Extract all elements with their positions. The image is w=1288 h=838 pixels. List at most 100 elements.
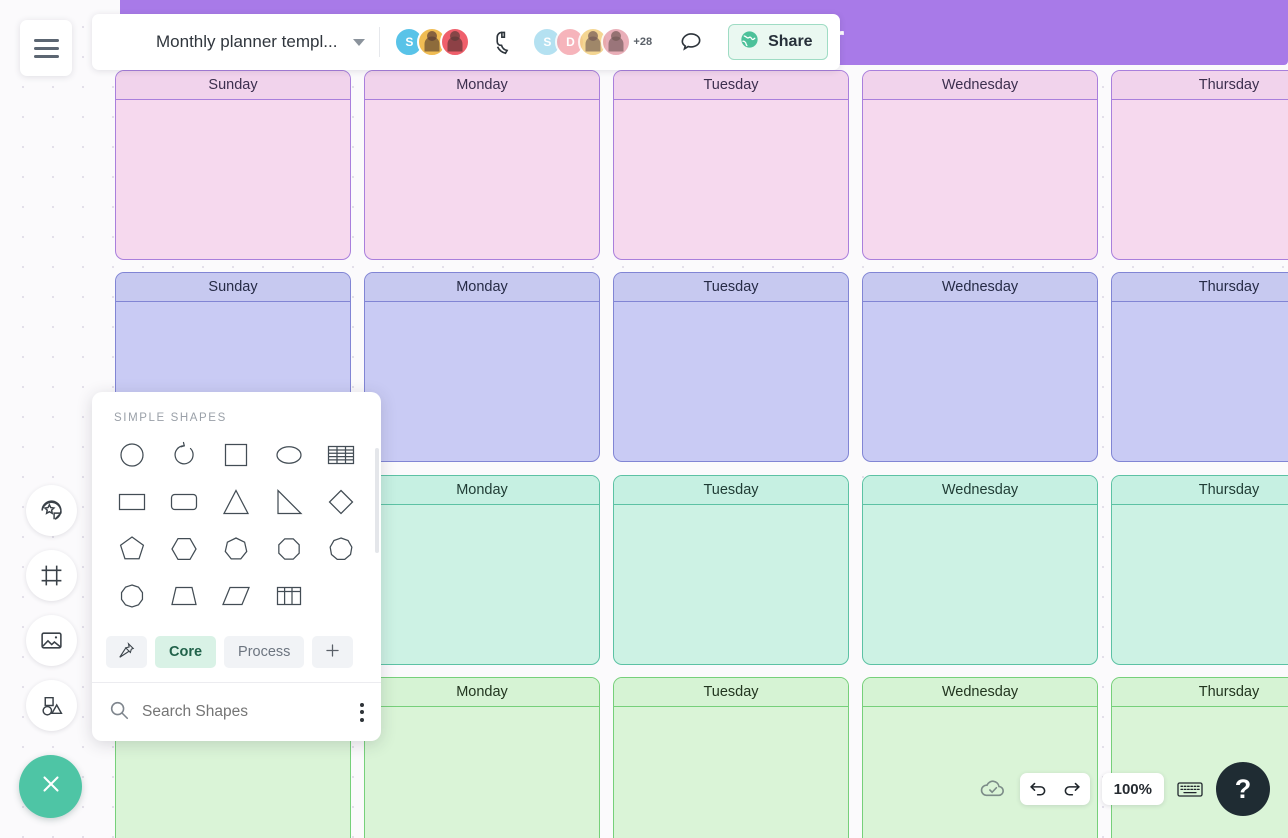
category-label: Process (238, 644, 291, 660)
day-cell-label: Wednesday (863, 678, 1097, 707)
day-cell-body[interactable] (116, 100, 350, 259)
octagon-shape[interactable] (263, 528, 315, 575)
table-icon (325, 439, 357, 476)
toolbar-divider (379, 27, 381, 57)
zoom-level-button[interactable]: 100% (1101, 773, 1164, 805)
rounded-rectangle-shape[interactable] (158, 481, 210, 528)
day-cell[interactable]: Sunday (115, 70, 351, 260)
zoom-level-label: 100% (1113, 780, 1152, 798)
help-label: ? (1234, 773, 1252, 804)
day-cell[interactable]: Monday (364, 272, 600, 462)
parallelogram-icon (220, 580, 252, 617)
hamburger-icon (33, 38, 59, 58)
day-cell[interactable]: Tuesday (613, 70, 849, 260)
rectangle-shape[interactable] (106, 481, 158, 528)
day-cell-body[interactable] (1112, 100, 1288, 259)
triangle-shape[interactable] (210, 481, 262, 528)
shapes-tool-button[interactable] (26, 680, 77, 731)
heptagon-shape[interactable] (210, 528, 262, 575)
undo-icon[interactable] (1028, 779, 1049, 800)
category-label: Core (169, 644, 203, 660)
shapes-search-row (92, 683, 381, 741)
image-tool-button[interactable] (26, 615, 77, 666)
frame-icon (39, 563, 64, 588)
day-cell-label: Thursday (1112, 71, 1288, 100)
day-cell-body[interactable] (365, 505, 599, 664)
avatar[interactable] (601, 27, 632, 57)
frame-tool-button[interactable] (26, 550, 77, 601)
category-process-button[interactable]: Process (224, 636, 305, 668)
day-cell[interactable]: Monday (364, 677, 600, 838)
day-cell[interactable]: Wednesday (862, 70, 1098, 260)
share-button[interactable]: Share (728, 24, 828, 60)
day-cell[interactable]: Monday (364, 475, 600, 665)
close-icon (38, 771, 64, 802)
ellipse-shape[interactable] (263, 434, 315, 481)
nonagon-shape[interactable] (315, 528, 367, 575)
search-shapes-input[interactable] (142, 703, 342, 721)
diamond-shape[interactable] (315, 481, 367, 528)
pin-category-button[interactable] (106, 636, 147, 668)
day-cell-body[interactable] (863, 302, 1097, 461)
collaborator-avatars: S (394, 27, 471, 57)
day-cell[interactable]: Wednesday (862, 272, 1098, 462)
day-cell[interactable]: Wednesday (862, 475, 1098, 665)
arc-shape[interactable] (158, 434, 210, 481)
square-shape[interactable] (210, 434, 262, 481)
day-cell-body[interactable] (614, 505, 848, 664)
day-cell-body[interactable] (863, 100, 1097, 259)
shapes-icon (39, 693, 64, 718)
day-cell[interactable]: Thursday (1111, 475, 1288, 665)
shapes-scrollbar[interactable] (375, 448, 379, 553)
avatar[interactable] (440, 27, 471, 57)
day-cell-body[interactable] (1112, 302, 1288, 461)
day-cell-body[interactable] (1112, 505, 1288, 664)
day-cell-body[interactable] (863, 505, 1097, 664)
top-toolbar: Monthly planner templ... S SD +28 Share (92, 14, 840, 70)
plus-category-button[interactable] (312, 636, 354, 668)
pentagon-shape[interactable] (106, 528, 158, 575)
diamond-icon (325, 486, 357, 523)
day-cell-body[interactable] (365, 100, 599, 259)
phone-icon[interactable] (484, 29, 510, 55)
help-button[interactable]: ? (1216, 762, 1270, 816)
day-cell-body[interactable] (614, 707, 848, 838)
day-cell-label: Monday (365, 273, 599, 302)
parallelogram-shape[interactable] (210, 575, 262, 622)
category-core-button[interactable]: Core (155, 636, 217, 668)
hexagon-icon (168, 533, 200, 570)
sticker-star-icon (39, 498, 64, 523)
day-cell-body[interactable] (365, 707, 599, 838)
day-cell[interactable]: Thursday (1111, 272, 1288, 462)
chevron-down-icon[interactable] (353, 38, 366, 46)
trapezoid-shape[interactable] (158, 575, 210, 622)
day-cell[interactable]: Tuesday (613, 677, 849, 838)
day-cell[interactable]: Thursday (1111, 70, 1288, 260)
table-shape[interactable] (315, 434, 367, 481)
day-cell-body[interactable] (614, 100, 848, 259)
menu-button[interactable] (20, 20, 72, 76)
day-cell[interactable]: Tuesday (613, 272, 849, 462)
day-cell-label: Tuesday (614, 273, 848, 302)
decagon-shape[interactable] (106, 575, 158, 622)
day-cell-body[interactable] (614, 302, 848, 461)
table-columns-shape[interactable] (263, 575, 315, 622)
globe-icon (739, 29, 760, 55)
sticker-tool-button[interactable] (26, 485, 77, 536)
day-cell[interactable]: Tuesday (613, 475, 849, 665)
day-cell-body[interactable] (365, 302, 599, 461)
day-cell[interactable]: Monday (364, 70, 600, 260)
circle-shape[interactable] (106, 434, 158, 481)
table-columns-icon (273, 580, 305, 617)
redo-icon[interactable] (1061, 779, 1082, 800)
right-triangle-shape[interactable] (263, 481, 315, 528)
close-panel-button[interactable] (19, 755, 82, 818)
keyboard-icon[interactable] (1176, 775, 1204, 803)
kebab-menu-icon[interactable] (354, 697, 370, 728)
hexagon-shape[interactable] (158, 528, 210, 575)
share-button-label: Share (768, 33, 813, 50)
day-cell-label: Wednesday (863, 273, 1097, 302)
rounded-rectangle-icon (168, 486, 200, 523)
comment-icon[interactable] (678, 29, 704, 55)
trapezoid-icon (168, 580, 200, 617)
